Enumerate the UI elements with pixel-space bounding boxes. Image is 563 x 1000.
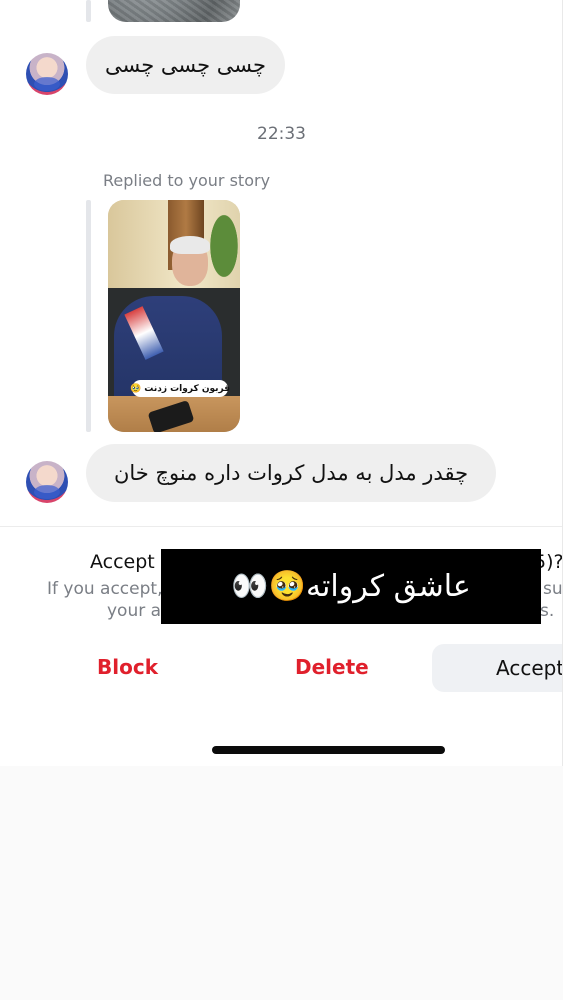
text-overlay: عاشق کرواته🥹👀 (161, 549, 541, 624)
message-timestamp: 22:33 (257, 124, 306, 144)
block-button[interactable]: Block (97, 655, 158, 679)
request-description-line1: If you accept, (47, 579, 163, 599)
delete-button[interactable]: Delete (295, 655, 369, 679)
request-description-line2-end: s. (540, 601, 555, 621)
message-bubble[interactable]: چسی چسی چسی (86, 36, 285, 94)
reply-indicator-line (86, 200, 91, 432)
story-thumbnail[interactable]: قربون کروات زدنت 🥹 (108, 200, 240, 432)
avatar[interactable] (26, 461, 68, 503)
request-title: Accept (90, 551, 155, 573)
request-description-line1-end: su (543, 579, 563, 599)
home-indicator[interactable] (212, 746, 445, 754)
accept-button[interactable]: Accept (432, 644, 563, 692)
reply-indicator-line (86, 0, 91, 22)
avatar[interactable] (26, 53, 68, 95)
chat-screen: چسی چسی چسی 22:33 Replied to your story … (0, 0, 563, 766)
message-bubble[interactable]: چقدر مدل به مدل کروات داره منوچ خان (86, 444, 496, 502)
story-sticker: قربون کروات زدنت 🥹 (130, 380, 230, 397)
divider (0, 526, 563, 527)
story-person-hair (170, 236, 210, 254)
message-text: چسی چسی چسی (105, 53, 267, 77)
story-thumbnail-previous[interactable] (108, 0, 240, 22)
message-text: چقدر مدل به مدل کروات داره منوچ خان (113, 461, 469, 485)
replied-to-story-label: Replied to your story (103, 171, 271, 190)
